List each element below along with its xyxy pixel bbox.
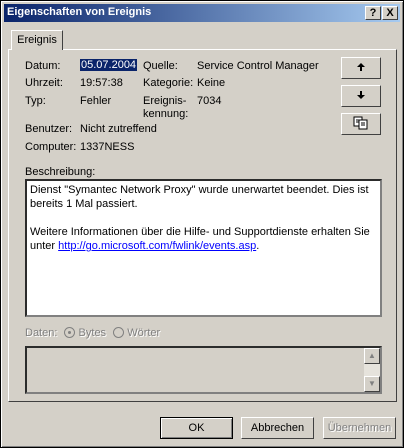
cancel-button[interactable]: Abbrechen	[241, 417, 314, 439]
datum-value[interactable]: 05.07.2004	[80, 59, 138, 71]
next-event-button[interactable]	[341, 85, 381, 107]
kategorie-value: Keine	[197, 77, 226, 89]
description-textbox[interactable]: Dienst "Symantec Network Proxy" wurde un…	[25, 179, 382, 317]
copy-icon	[353, 116, 369, 133]
radio-bytes-label: Bytes	[78, 327, 107, 339]
datum-value-wrap: 05.07.2004	[80, 59, 138, 71]
ok-button[interactable]: OK	[160, 417, 233, 439]
quelle-value: Service Control Manager	[197, 60, 319, 72]
typ-value: Fehler	[80, 95, 112, 107]
daten-label: Daten:	[25, 327, 58, 339]
data-scrollbar[interactable]: ▲ ▼	[364, 348, 380, 392]
ereignis-value: 7034	[197, 95, 222, 107]
datum-label: Datum:	[25, 60, 61, 72]
computer-value: 1337NESS	[80, 141, 135, 153]
ereignis-label-2: kennung:	[143, 108, 189, 120]
typ-label: Typ:	[25, 95, 46, 107]
close-button[interactable]: X	[382, 6, 398, 20]
radio-bytes[interactable]	[64, 327, 76, 338]
ereignis-label-1: Ereignis-	[143, 95, 187, 107]
help-link[interactable]: http://go.microsoft.com/fwlink/events.as…	[58, 240, 256, 252]
beschreibung-label: Beschreibung:	[25, 166, 96, 178]
previous-event-button[interactable]	[341, 57, 381, 79]
arrow-down-icon	[356, 90, 366, 103]
scroll-down-icon[interactable]: ▼	[364, 376, 380, 392]
tab-ereignis[interactable]: Ereignis	[11, 30, 63, 50]
radio-words-label: Wörter	[127, 327, 161, 339]
benutzer-label: Benutzer:	[25, 123, 73, 135]
description-line1: Dienst "Symantec Network Proxy" wurde un…	[30, 184, 369, 210]
copy-button[interactable]	[341, 113, 381, 135]
description-line2-end: .	[256, 240, 260, 252]
window-title: Eigenschaften von Ereignis	[7, 6, 152, 18]
description-line2: Weitere Informationen über die Hilfe- un…	[30, 225, 377, 253]
data-format-group: Daten: Bytes Wörter	[25, 327, 160, 339]
kategorie-label: Kategorie:	[143, 77, 194, 89]
arrow-up-icon	[356, 62, 366, 75]
apply-button[interactable]: Übernehmen	[323, 417, 396, 439]
data-textbox[interactable]: ▲ ▼	[25, 346, 382, 394]
uhrzeit-label: Uhrzeit:	[25, 77, 63, 89]
uhrzeit-value: 19:57:38	[80, 77, 123, 89]
quelle-label: Quelle:	[143, 60, 178, 72]
properties-dialog: Eigenschaften von Ereignis ? X Ereignis …	[0, 0, 404, 448]
scroll-up-icon[interactable]: ▲	[364, 348, 380, 364]
radio-words[interactable]	[113, 327, 125, 338]
help-button[interactable]: ?	[365, 6, 381, 20]
benutzer-value: Nicht zutreffend	[80, 123, 157, 135]
computer-label: Computer:	[25, 141, 77, 153]
title-bar[interactable]: Eigenschaften von Ereignis ? X	[4, 4, 400, 22]
